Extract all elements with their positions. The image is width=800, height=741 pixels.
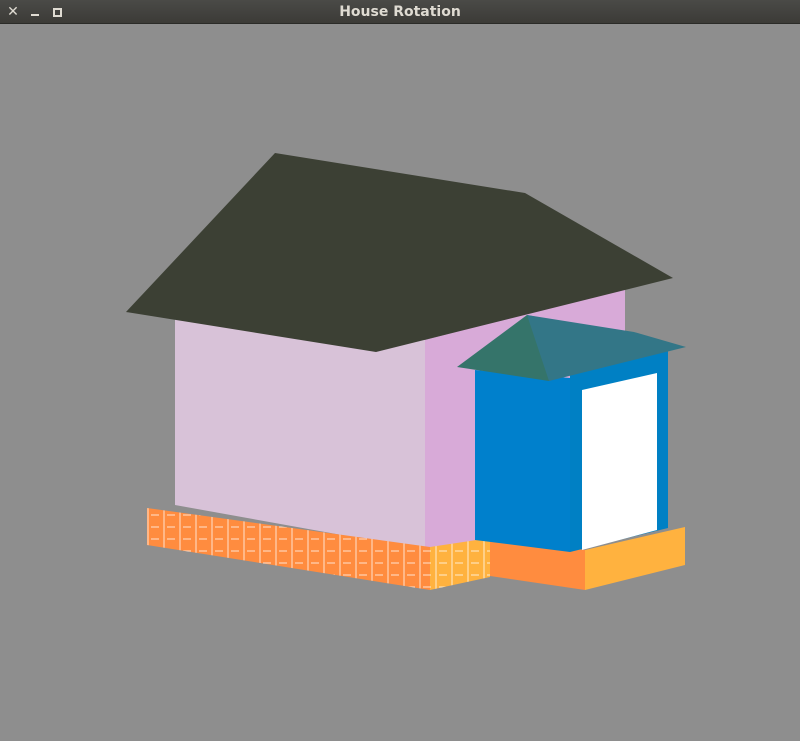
house-front-wall (175, 318, 425, 550)
window-title: House Rotation (339, 4, 461, 20)
porch-door (582, 373, 657, 550)
render-canvas[interactable] (0, 24, 800, 741)
foundation-side-bricks (430, 538, 490, 590)
title-bar[interactable]: ✕ House Rotation (0, 0, 800, 24)
house-scene (126, 153, 686, 590)
app-window: ✕ House Rotation (0, 0, 800, 741)
porch-front-wall (475, 370, 570, 552)
